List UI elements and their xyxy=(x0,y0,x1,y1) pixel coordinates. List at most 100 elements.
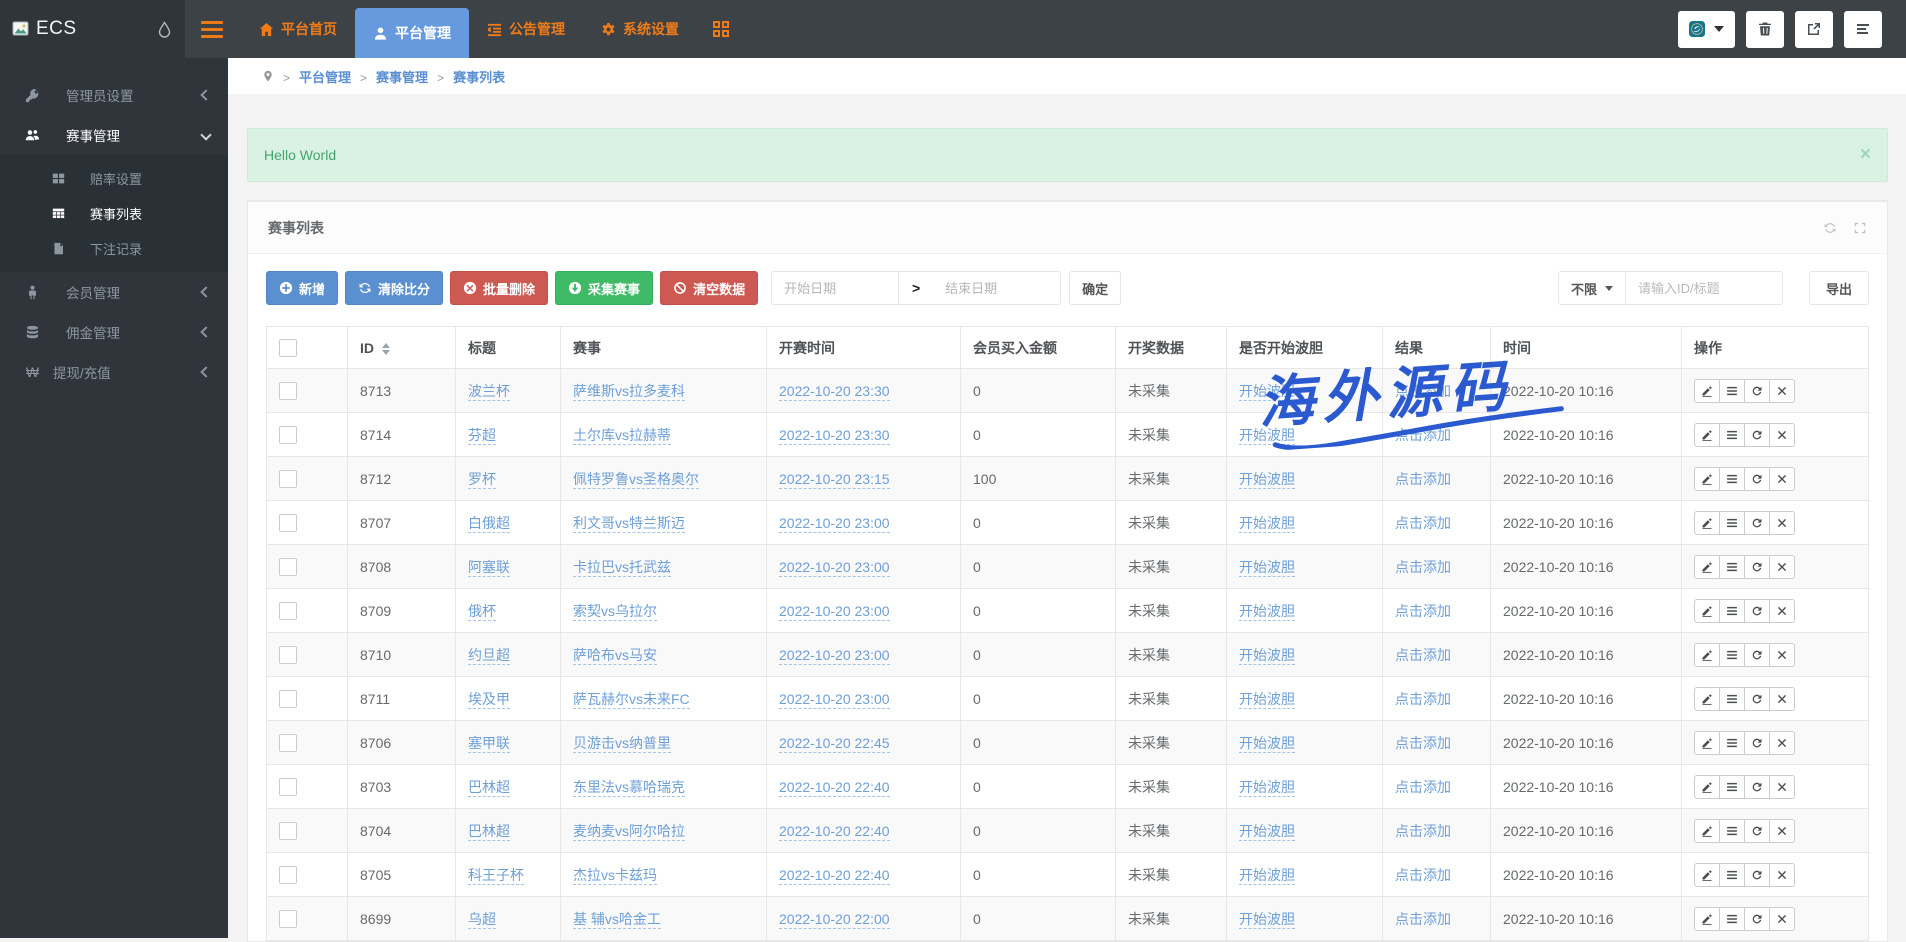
delete-button[interactable] xyxy=(1769,906,1795,931)
delete-button[interactable] xyxy=(1769,642,1795,667)
result-add-link[interactable]: 点击添加 xyxy=(1395,735,1451,752)
delete-button[interactable] xyxy=(1769,554,1795,579)
match-link[interactable]: 杰拉vs卡兹玛 xyxy=(573,866,657,885)
edit-button[interactable] xyxy=(1694,642,1720,667)
list-button[interactable] xyxy=(1719,774,1745,799)
repeat-button[interactable] xyxy=(1744,598,1770,623)
result-add-link[interactable]: 点击添加 xyxy=(1395,779,1451,796)
match-link[interactable]: 萨瓦赫尔vs未来FC xyxy=(573,690,690,709)
delete-button[interactable] xyxy=(1769,422,1795,447)
row-checkbox[interactable] xyxy=(279,469,297,488)
sidebar-item-4[interactable]: 佣金管理 xyxy=(0,312,228,352)
result-add-link[interactable]: 点击添加 xyxy=(1395,383,1451,400)
bodan-link[interactable]: 开始波胆 xyxy=(1239,822,1295,841)
sync-icon[interactable] xyxy=(1823,221,1837,235)
toolbar-button-3[interactable]: 批量删除 xyxy=(450,271,549,305)
repeat-button[interactable] xyxy=(1744,774,1770,799)
sidebar-subitem-2[interactable]: 赛事列表 xyxy=(0,196,228,231)
edit-button[interactable] xyxy=(1694,598,1720,623)
row-checkbox[interactable] xyxy=(279,777,297,796)
start-time-link[interactable]: 2022-10-20 23:00 xyxy=(779,646,890,665)
repeat-button[interactable] xyxy=(1744,510,1770,535)
bodan-link[interactable]: 开始波胆 xyxy=(1239,382,1295,401)
delete-button[interactable] xyxy=(1769,730,1795,755)
list-button[interactable] xyxy=(1719,730,1745,755)
bodan-link[interactable]: 开始波胆 xyxy=(1239,910,1295,929)
start-time-link[interactable]: 2022-10-20 22:40 xyxy=(779,778,890,797)
bodan-link[interactable]: 开始波胆 xyxy=(1239,646,1295,665)
start-time-link[interactable]: 2022-10-20 22:00 xyxy=(779,910,890,929)
repeat-button[interactable] xyxy=(1744,466,1770,491)
search-input[interactable] xyxy=(1624,271,1783,305)
row-checkbox[interactable] xyxy=(279,425,297,444)
title-link[interactable]: 白俄超 xyxy=(468,514,510,533)
sidebar-item-5[interactable]: ₩ 提现/充值 xyxy=(0,352,228,392)
row-checkbox[interactable] xyxy=(279,645,297,664)
bodan-link[interactable]: 开始波胆 xyxy=(1239,514,1295,533)
row-checkbox[interactable] xyxy=(279,513,297,532)
result-add-link[interactable]: 点击添加 xyxy=(1395,647,1451,664)
repeat-button[interactable] xyxy=(1744,906,1770,931)
sidebar-subitem-3[interactable]: 下注记录 xyxy=(0,231,228,266)
match-link[interactable]: 麦纳麦vs阿尔哈拉 xyxy=(573,822,685,841)
bodan-link[interactable]: 开始波胆 xyxy=(1239,690,1295,709)
alert-close-icon[interactable]: × xyxy=(1860,144,1871,166)
title-link[interactable]: 波兰杯 xyxy=(468,382,510,401)
bodan-link[interactable]: 开始波胆 xyxy=(1239,426,1295,445)
result-add-link[interactable]: 点击添加 xyxy=(1395,691,1451,708)
bodan-link[interactable]: 开始波胆 xyxy=(1239,778,1295,797)
repeat-button[interactable] xyxy=(1744,422,1770,447)
match-link[interactable]: 利文哥vs特兰斯迈 xyxy=(573,514,685,533)
start-date-input[interactable] xyxy=(771,271,900,305)
toolbar-button-2[interactable]: 清除比分 xyxy=(345,271,444,305)
start-time-link[interactable]: 2022-10-20 22:40 xyxy=(779,822,890,841)
topnav-item-3[interactable]: 公告管理 xyxy=(469,0,583,58)
repeat-button[interactable] xyxy=(1744,862,1770,887)
topnav-item-2[interactable]: 平台管理 xyxy=(355,8,469,58)
confirm-button[interactable]: 确定 xyxy=(1069,271,1122,305)
title-link[interactable]: 约旦超 xyxy=(468,646,510,665)
list-button[interactable] xyxy=(1719,378,1745,403)
list-button[interactable] xyxy=(1719,818,1745,843)
toolbar-button-5[interactable]: 清空数据 xyxy=(660,271,759,305)
start-time-link[interactable]: 2022-10-20 23:00 xyxy=(779,602,890,621)
breadcrumb-link-1[interactable]: 平台管理 xyxy=(299,70,351,85)
row-checkbox[interactable] xyxy=(279,733,297,752)
row-checkbox[interactable] xyxy=(279,689,297,708)
bodan-link[interactable]: 开始波胆 xyxy=(1239,734,1295,753)
result-add-link[interactable]: 点击添加 xyxy=(1395,427,1451,444)
edit-button[interactable] xyxy=(1694,378,1720,403)
repeat-button[interactable] xyxy=(1744,730,1770,755)
topnav-item-4[interactable]: 系统设置 xyxy=(583,0,697,58)
repeat-button[interactable] xyxy=(1744,818,1770,843)
repeat-button[interactable] xyxy=(1744,686,1770,711)
list-button[interactable] xyxy=(1719,466,1745,491)
bodan-link[interactable]: 开始波胆 xyxy=(1239,602,1295,621)
sidebar-subitem-1[interactable]: 赔率设置 xyxy=(0,161,228,196)
delete-button[interactable] xyxy=(1769,598,1795,623)
list-button[interactable] xyxy=(1719,554,1745,579)
title-link[interactable]: 塞甲联 xyxy=(468,734,510,753)
end-date-input[interactable] xyxy=(933,271,1062,305)
expand-icon[interactable] xyxy=(1853,221,1867,235)
apps-grid-button[interactable] xyxy=(697,0,745,58)
title-link[interactable]: 罗杯 xyxy=(468,470,496,489)
edit-button[interactable] xyxy=(1694,862,1720,887)
repeat-button[interactable] xyxy=(1744,554,1770,579)
bodan-link[interactable]: 开始波胆 xyxy=(1239,470,1295,489)
edit-button[interactable] xyxy=(1694,422,1720,447)
sidebar-item-2[interactable]: 赛事管理 xyxy=(0,115,228,155)
edit-button[interactable] xyxy=(1694,906,1720,931)
sidebar-item-1[interactable]: 管理员设置 xyxy=(0,75,228,115)
row-checkbox[interactable] xyxy=(279,601,297,620)
avatar-menu-button[interactable] xyxy=(1678,10,1735,48)
result-add-link[interactable]: 点击添加 xyxy=(1395,911,1451,928)
delete-button[interactable] xyxy=(1769,466,1795,491)
filter-dropdown[interactable]: 不限 xyxy=(1557,271,1626,305)
row-checkbox[interactable] xyxy=(279,381,297,400)
title-link[interactable]: 乌超 xyxy=(468,910,496,929)
result-add-link[interactable]: 点击添加 xyxy=(1395,823,1451,840)
list-button[interactable] xyxy=(1719,686,1745,711)
edit-button[interactable] xyxy=(1694,774,1720,799)
list-menu-button[interactable] xyxy=(1844,10,1882,48)
